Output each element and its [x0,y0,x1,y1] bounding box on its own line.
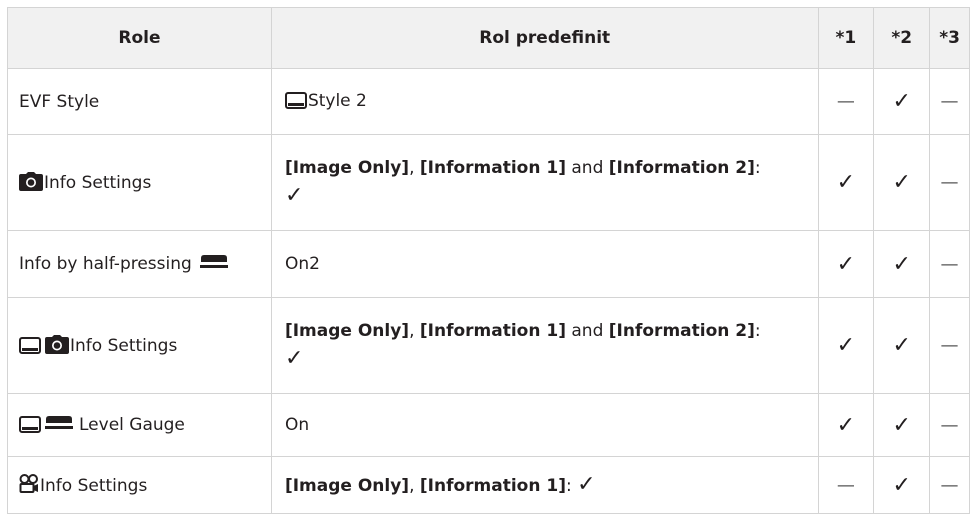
mark-c1: — [817,68,875,135]
preset-option-image-only: [Image Only] [284,320,410,341]
preset-sep: : [565,475,578,496]
preset-cell: Style 2 [270,68,819,135]
shutter-button-icon [200,255,229,268]
preset-option-information-2: [Information 2] [608,157,755,178]
preset-option-information-2: [Information 2] [608,320,755,341]
preset-cell: On [270,393,819,457]
role-label: Level Gauge [79,415,185,435]
mark-c1: ✓ [817,297,875,394]
preset-sep: : [754,320,761,341]
role-label: Info Settings [44,173,152,193]
table-row: Info Settings [Image Only], [Information… [7,134,970,231]
settings-table: Role Rol predefinit *1 *2 *3 EVF Style S… [7,7,970,514]
mark-c1: ✓ [817,393,875,457]
role-label: Info by half-pressing [19,254,192,274]
preset-text: On [284,414,310,435]
preset-cell: [Image Only], [Information 1] and [Infor… [270,134,819,231]
role-label: EVF Style [19,91,100,112]
preset-sep: and [565,320,609,341]
mark-c3: — [929,68,970,135]
mark-c1: ✓ [817,134,875,231]
camera-icon [45,335,69,354]
role-label: Info Settings [70,336,178,356]
mark-c2: ✓ [873,134,931,231]
lcd-monitor-icon [19,337,41,354]
table-row: Level Gauge On ✓ ✓ — [7,393,970,457]
preset-sep: , [409,475,420,496]
preset-option-information-1: [Information 1] [419,157,566,178]
check-icon: ✓ [577,471,596,497]
role-cell: Level Gauge [7,393,272,457]
mark-c1: ✓ [817,230,875,298]
preset-cell: On2 [270,230,819,298]
table-row: Info Settings [Image Only], [Information… [7,297,970,394]
preset-option-image-only: [Image Only] [284,157,410,178]
camera-icon [19,172,43,191]
check-icon: ✓ [284,182,304,208]
mark-c2: ✓ [873,297,931,394]
table-row: EVF Style Style 2 — ✓ — [7,68,970,135]
header-c3: *3 [929,7,970,69]
mark-c2: ✓ [873,230,931,298]
role-cell: Info Settings [7,134,272,231]
mark-c3: — [929,297,970,394]
mark-c2: ✓ [873,68,931,135]
preset-sep: : [754,157,761,178]
role-cell: EVF Style [7,68,272,135]
role-cell: Info by half-pressing [7,230,272,298]
preset-sep: , [409,320,420,341]
header-role: Role [7,7,272,69]
movie-camera-icon [19,474,38,493]
preset-text: On2 [284,253,320,274]
preset-sep: and [565,157,609,178]
preset-option-image-only: [Image Only] [284,475,410,496]
preset-text: Style 2 [307,91,367,111]
table-row: Info by half-pressing On2 ✓ ✓ — [7,230,970,298]
mark-c2: ✓ [873,393,931,457]
shutter-button-icon [45,416,73,429]
preset-sep: , [409,157,420,178]
lcd-monitor-icon [19,416,41,433]
preset-option-information-1: [Information 1] [419,320,566,341]
header-c2: *2 [873,7,931,69]
preset-option-information-1: [Information 1] [419,475,566,496]
mark-c3: — [929,393,970,457]
role-cell: Info Settings [7,297,272,394]
preset-cell: [Image Only], [Information 1] and [Infor… [270,297,819,394]
header-preset: Rol predefinit [270,7,819,69]
mark-c3: — [929,230,970,298]
role-label: Info Settings [40,476,148,496]
mark-c3: — [929,134,970,231]
check-icon: ✓ [284,345,304,371]
table-header-row: Role Rol predefinit *1 *2 *3 [7,7,970,69]
header-c1: *1 [817,7,875,69]
lcd-monitor-icon [284,92,307,109]
